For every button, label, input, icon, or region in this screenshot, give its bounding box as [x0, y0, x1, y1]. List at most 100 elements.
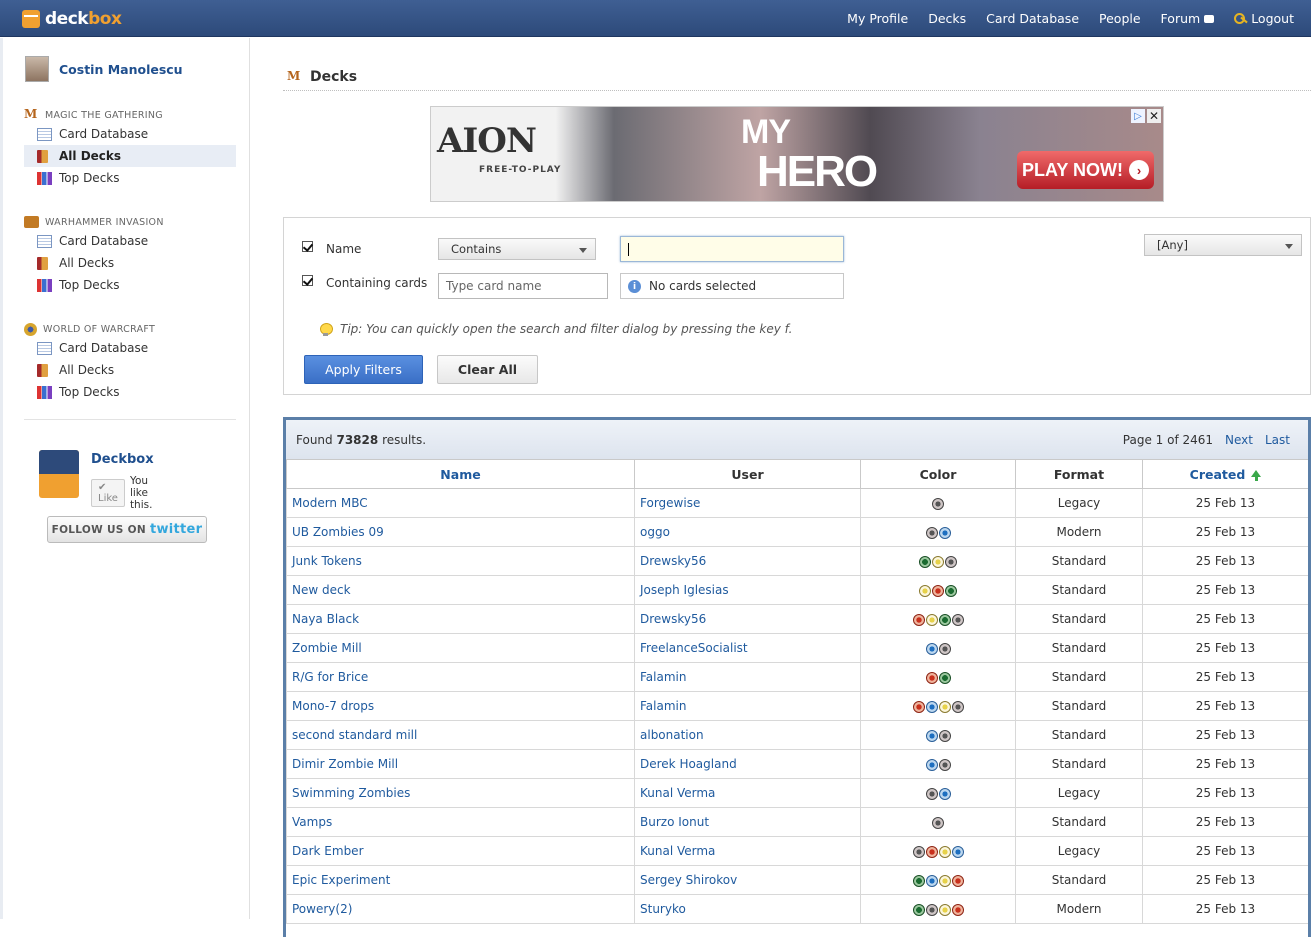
sidebar-item-wh-all-decks[interactable]: All Decks [24, 252, 236, 274]
clear-all-button[interactable]: Clear All [437, 355, 538, 384]
deck-user-link[interactable]: oggo [634, 517, 861, 547]
deck-colors [860, 633, 1016, 663]
deck-name-link[interactable]: Epic Experiment [286, 865, 635, 895]
sidebar-item-wh-top-decks[interactable]: Top Decks [24, 274, 236, 296]
deck-name-link[interactable]: Junk Tokens [286, 546, 635, 576]
deck-name-link[interactable]: Naya Black [286, 604, 635, 634]
nav-decks[interactable]: Decks [928, 11, 966, 26]
sidebar-item-label: Top Decks [59, 385, 120, 399]
column-header-color: Color [860, 459, 1016, 489]
deck-user-link[interactable]: Burzo Ionut [634, 807, 861, 837]
deck-name-link[interactable]: Modern MBC [286, 488, 635, 518]
deck-user-link[interactable]: Sturyko [634, 894, 861, 924]
mana-b-icon [938, 729, 951, 742]
nav-card-database[interactable]: Card Database [986, 11, 1079, 26]
deck-colors [860, 575, 1016, 605]
deck-name-link[interactable]: Vamps [286, 807, 635, 837]
name-filter-checkbox[interactable] [302, 241, 313, 252]
nav-forum[interactable]: Forum [1161, 11, 1215, 26]
sidebar-item-wow-all-decks[interactable]: All Decks [24, 359, 236, 381]
deck-name-link[interactable]: R/G for Brice [286, 662, 635, 692]
text-cursor [628, 242, 629, 256]
avatar[interactable] [25, 56, 49, 82]
deck-format: Legacy [1015, 488, 1143, 518]
deck-user-link[interactable]: Falamin [634, 662, 861, 692]
deck-name-link[interactable]: Swimming Zombies [286, 778, 635, 808]
deck-user-link[interactable]: albonation [634, 720, 861, 750]
section-heading: WORLD OF WARCRAFT [24, 321, 236, 337]
deck-name-link[interactable]: Zombie Mill [286, 633, 635, 663]
deck-user-link[interactable]: Drewsky56 [634, 546, 861, 576]
nav-people[interactable]: People [1099, 11, 1141, 26]
column-header-format: Format [1015, 459, 1143, 489]
advertisement-banner[interactable]: AION FREE-TO-PLAY MY HERO PLAY NOW! › ▷ ✕ [430, 106, 1164, 202]
sidebar-item-mtg-all-decks[interactable]: All Decks [24, 145, 236, 167]
deck-name-link[interactable]: Dark Ember [286, 836, 635, 866]
deck-user-link[interactable]: Joseph Iglesias [634, 575, 861, 605]
like-button[interactable]: ✔ Like [91, 479, 125, 507]
mana-b-icon [925, 787, 938, 800]
deck-user-link[interactable]: Forgewise [634, 488, 861, 518]
close-icon[interactable]: ✕ [1147, 109, 1161, 123]
user-profile[interactable]: Costin Manolescu [25, 56, 183, 82]
deck-created-date: 25 Feb 13 [1142, 807, 1308, 837]
adchoices-icon[interactable]: ▷ [1131, 109, 1145, 123]
facebook-like-box: Deckbox ✔ Like You like this. [39, 450, 154, 511]
ad-play-now-button[interactable]: PLAY NOW! › [1017, 151, 1154, 189]
pagination: Page 1 of 2461 Next Last [1123, 433, 1290, 447]
column-header-name[interactable]: Name [286, 459, 635, 489]
deck-user-link[interactable]: Drewsky56 [634, 604, 861, 634]
sidebar-item-mtg-top-decks[interactable]: Top Decks [24, 167, 236, 189]
deck-name-link[interactable]: Powery(2) [286, 894, 635, 924]
facebook-page-title[interactable]: Deckbox [91, 452, 154, 467]
chevron-down-icon [1285, 244, 1293, 249]
deck-name-link[interactable]: New deck [286, 575, 635, 605]
deckbox-page-icon[interactable] [39, 450, 79, 498]
nav-logout[interactable]: Logout [1234, 11, 1294, 26]
deck-created-date: 25 Feb 13 [1142, 575, 1308, 605]
magic-logo-icon [24, 107, 39, 121]
bar-chart-icon [37, 278, 52, 292]
deck-name-link[interactable]: second standard mill [286, 720, 635, 750]
follow-twitter-button[interactable]: FOLLOW US ON twitter [47, 516, 207, 543]
column-header-created[interactable]: Created [1142, 459, 1308, 489]
last-page-link[interactable]: Last [1265, 433, 1290, 447]
apply-filters-button[interactable]: Apply Filters [304, 355, 423, 384]
deck-user-link[interactable]: Kunal Verma [634, 778, 861, 808]
deck-colors [860, 662, 1016, 692]
format-select[interactable]: [Any] [1144, 234, 1302, 256]
title-divider [283, 90, 1311, 91]
mana-r-icon [925, 845, 938, 858]
card-name-input[interactable]: Type card name [438, 273, 608, 299]
deckbox-logo[interactable]: deckbox [22, 9, 122, 29]
sidebar-item-label: All Decks [59, 149, 122, 163]
deck-name-link[interactable]: Mono-7 drops [286, 691, 635, 721]
mana-w-icon [938, 700, 951, 713]
next-page-link[interactable]: Next [1225, 433, 1253, 447]
sidebar-item-mtg-card-database[interactable]: Card Database [24, 123, 236, 145]
containing-cards-checkbox[interactable] [302, 275, 313, 286]
sidebar-item-wow-card-database[interactable]: Card Database [24, 337, 236, 359]
name-search-input[interactable] [620, 236, 844, 262]
name-operator-value: Contains [451, 242, 502, 256]
sidebar-item-label: All Decks [59, 256, 115, 270]
deck-user-link[interactable]: Sergey Shirokov [634, 865, 861, 895]
deck-name-link[interactable]: UB Zombies 09 [286, 517, 635, 547]
sidebar-item-wow-top-decks[interactable]: Top Decks [24, 381, 236, 403]
nav-my-profile[interactable]: My Profile [847, 11, 908, 26]
top-navigation-bar: deckbox My Profile Decks Card Database P… [0, 0, 1311, 37]
deck-name-link[interactable]: Dimir Zombie Mill [286, 749, 635, 779]
deck-user-link[interactable]: Kunal Verma [634, 836, 861, 866]
deck-user-link[interactable]: Derek Hoagland [634, 749, 861, 779]
user-name[interactable]: Costin Manolescu [59, 62, 183, 77]
name-operator-select[interactable]: Contains [438, 238, 596, 260]
deck-format: Modern [1015, 894, 1143, 924]
sidebar-item-label: Top Decks [59, 278, 120, 292]
speech-bubble-icon [1204, 14, 1215, 23]
table-row: Powery(2) Sturyko Modern 25 Feb 13 [286, 894, 1308, 924]
sidebar-item-wh-card-database[interactable]: Card Database [24, 230, 236, 252]
deck-user-link[interactable]: FreelanceSocialist [634, 633, 861, 663]
deck-user-link[interactable]: Falamin [634, 691, 861, 721]
mana-b-icon [932, 816, 944, 829]
containing-cards-label: Containing cards [326, 276, 428, 290]
